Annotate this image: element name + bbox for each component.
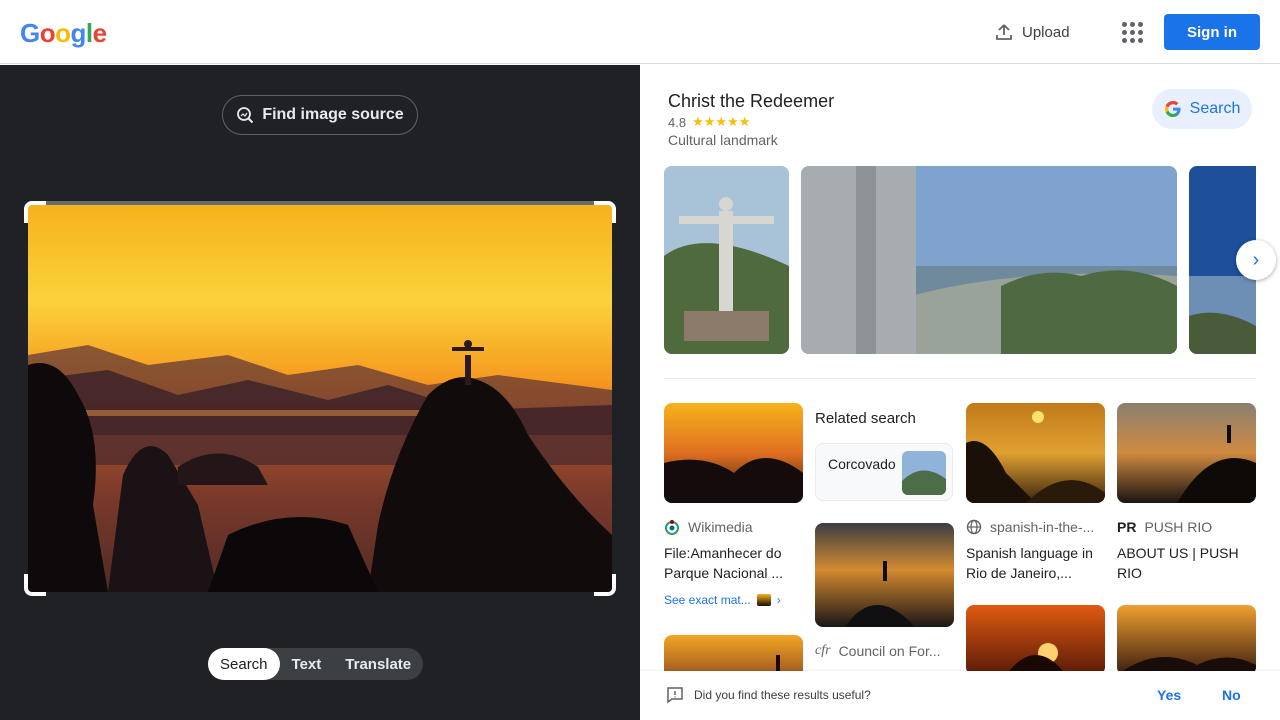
see-exact-matches-link[interactable]: See exact mat... › — [664, 593, 803, 607]
result-thumbnail — [815, 523, 954, 627]
visual-match-card[interactable] — [966, 605, 1105, 675]
top-header: Google Upload Sign in — [0, 0, 1280, 64]
result-thumbnail — [966, 403, 1105, 503]
entity-search-button[interactable]: Search — [1152, 89, 1252, 129]
gallery-image[interactable] — [801, 166, 1177, 354]
gallery-next-button[interactable]: › — [1236, 240, 1276, 280]
upload-icon — [996, 24, 1012, 40]
query-image-panel: Find image source Search Text Translate — [0, 65, 640, 720]
feedback-question: Did you find these results useful? — [694, 688, 871, 702]
feedback-no-button[interactable]: No — [1222, 687, 1241, 703]
result-thumbnail — [1117, 605, 1256, 675]
result-title[interactable]: ABOUT US | PUSH RIO — [1117, 543, 1256, 583]
result-source: spanish-in-the-... — [966, 519, 1105, 535]
sign-in-button[interactable]: Sign in — [1164, 14, 1260, 50]
query-photo — [28, 205, 612, 592]
result-source: Wikimedia — [664, 519, 803, 535]
globe-icon — [966, 519, 982, 535]
results-panel: Christ the Redeemer 4.8 ★★★★★ Cultural l… — [640, 65, 1280, 720]
google-g-icon — [1164, 101, 1181, 117]
visual-match-card[interactable]: cfr Council on For... — [815, 523, 954, 659]
entity-type: Cultural landmark — [668, 132, 778, 148]
source-badge: cfr — [815, 643, 831, 658]
feedback-bar: Did you find these results useful? Yes N… — [640, 671, 1280, 720]
visual-match-card[interactable]: Wikimedia File:Amanhecer do Parque Nacio… — [664, 403, 803, 607]
feedback-icon — [667, 687, 683, 704]
result-title[interactable]: File:Amanhecer do Parque Nacional ... — [664, 543, 803, 583]
chevron-right-icon: › — [776, 593, 781, 607]
apps-grid-icon[interactable] — [1116, 16, 1148, 48]
visual-match-card[interactable] — [1117, 605, 1256, 675]
image-search-icon — [237, 107, 254, 124]
tab-text[interactable]: Text — [280, 648, 334, 680]
rating-value: 4.8 — [668, 114, 687, 130]
star-rating-icon: ★★★★★ — [692, 114, 751, 129]
upload-button[interactable]: Upload — [988, 16, 1076, 48]
gallery-image[interactable] — [664, 166, 789, 354]
thumbnail-icon — [756, 594, 771, 606]
related-search-chip[interactable]: Corcovado — [815, 443, 953, 501]
result-thumbnail — [966, 605, 1105, 675]
related-search-thumbnail — [902, 451, 946, 495]
chevron-right-icon: › — [1252, 248, 1260, 271]
tab-search[interactable]: Search — [208, 648, 280, 680]
google-logo[interactable]: Google — [20, 18, 107, 49]
visual-match-card[interactable]: spanish-in-the-... Spanish language in R… — [966, 403, 1105, 583]
crop-selection[interactable] — [24, 201, 616, 596]
section-divider — [664, 378, 1256, 379]
find-image-source-label: Find image source — [262, 106, 404, 123]
tab-translate[interactable]: Translate — [333, 648, 423, 680]
related-search-heading: Related search — [815, 410, 916, 427]
entity-image-gallery — [664, 166, 1256, 354]
feedback-yes-button[interactable]: Yes — [1157, 687, 1181, 703]
lens-mode-tabs: Search Text Translate — [208, 648, 424, 680]
entity-search-label: Search — [1189, 100, 1241, 117]
result-source: cfr Council on For... — [815, 643, 941, 659]
related-search-label: Corcovado — [828, 456, 896, 472]
entity-rating: 4.8 ★★★★★ — [668, 114, 750, 130]
find-image-source-button[interactable]: Find image source — [222, 95, 418, 135]
upload-label: Upload — [1022, 23, 1070, 41]
result-thumbnail — [1117, 403, 1256, 503]
visual-match-card[interactable]: PR PUSH RIO ABOUT US | PUSH RIO — [1117, 403, 1256, 583]
source-badge: PR — [1117, 519, 1137, 535]
result-thumbnail — [664, 403, 803, 503]
result-source: PR PUSH RIO — [1117, 519, 1213, 535]
entity-title[interactable]: Christ the Redeemer — [668, 91, 834, 112]
wikimedia-icon — [665, 520, 679, 535]
result-title[interactable]: Spanish language in Rio de Janeiro,... — [966, 543, 1105, 583]
